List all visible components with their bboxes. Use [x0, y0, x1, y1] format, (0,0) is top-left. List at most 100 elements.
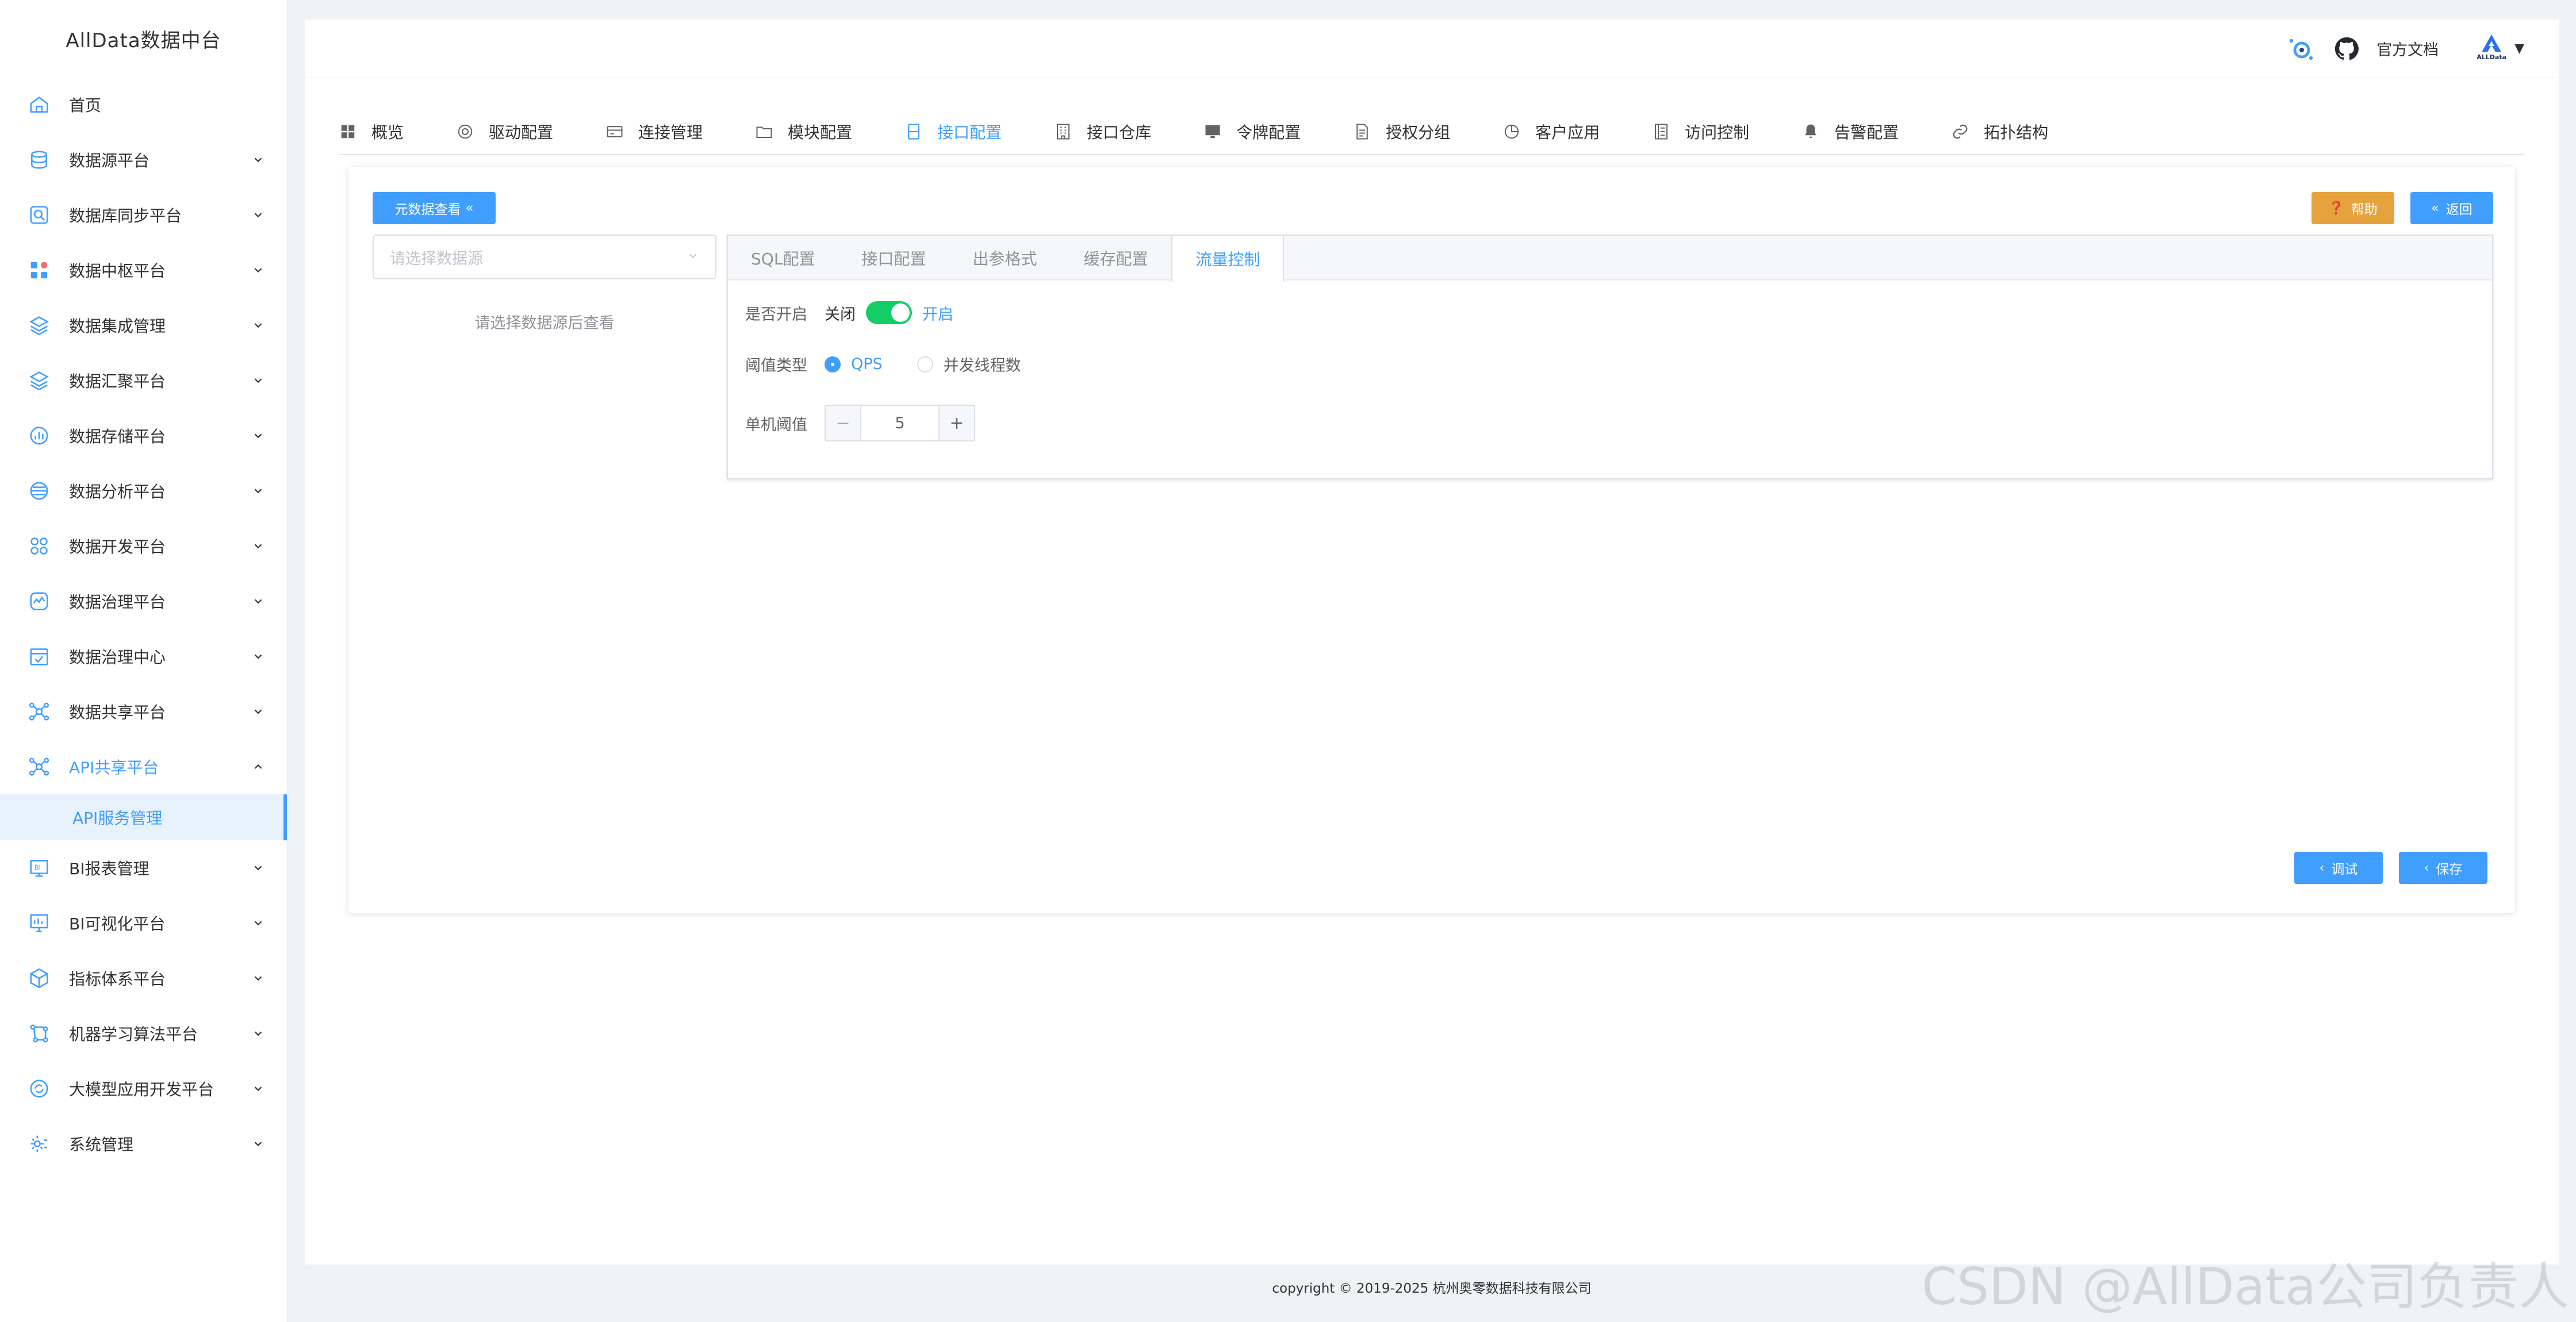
- tab-label: 授权分组: [1386, 123, 1451, 142]
- tab-connection[interactable]: 连接管理: [606, 109, 703, 155]
- debug-label: 调试: [2331, 862, 2358, 877]
- sidebar-item-label: 数据源平台: [69, 151, 150, 170]
- metadata-view-button[interactable]: 元数据查看 «: [373, 192, 496, 224]
- tab-client-app[interactable]: 客户应用: [1503, 109, 1600, 155]
- sidebar-item-data-storage[interactable]: 数据存储平台: [0, 408, 287, 463]
- docs-link[interactable]: 官方文档: [2376, 37, 2439, 60]
- tab-label: 客户应用: [1535, 123, 1600, 142]
- tab-cache-config[interactable]: 缓存配置: [1060, 236, 1171, 280]
- chart-icon: [28, 424, 51, 447]
- radio-concurrent-threads[interactable]: 并发线程数: [917, 353, 1021, 375]
- help-button[interactable]: ❓ 帮助: [2312, 192, 2394, 224]
- save-button[interactable]: ‹ 保存: [2399, 852, 2487, 884]
- csdn-watermark: CSDN @AllData公司负责人: [1921, 1257, 2569, 1316]
- sidebar-item-llm[interactable]: 大模型应用开发平台: [0, 1061, 287, 1116]
- tab-sql-config[interactable]: SQL配置: [728, 236, 838, 280]
- threshold-stepper: − 5 +: [825, 405, 975, 441]
- sidebar-item-label: 指标体系平台: [69, 970, 166, 989]
- sidebar-item-label: API共享平台: [69, 758, 159, 777]
- tab-api-repository[interactable]: 接口仓库: [1055, 109, 1151, 155]
- network-icon: [28, 755, 51, 778]
- sidebar-item-ml[interactable]: 机器学习算法平台: [0, 1006, 287, 1061]
- github-icon[interactable]: [2333, 35, 2360, 63]
- sidebar-item-home[interactable]: 首页: [0, 77, 287, 132]
- stepper-value-input[interactable]: 5: [861, 406, 938, 440]
- chevron-down-icon: [251, 484, 265, 498]
- tab-auth-group[interactable]: 授权分组: [1354, 109, 1450, 155]
- tab-api-config[interactable]: 接口配置: [905, 109, 1002, 155]
- datasource-select-placeholder: 请选择数据源: [390, 249, 483, 268]
- tab-flow-control[interactable]: 流量控制: [1171, 236, 1285, 282]
- settings-icon: [28, 1132, 51, 1155]
- sidebar-item-data-analysis[interactable]: 数据分析平台: [0, 463, 287, 518]
- enable-row: 是否开启 关闭 开启: [745, 301, 953, 324]
- chevron-down-icon: [251, 916, 265, 930]
- sidebar-item-bi-visual[interactable]: BI可视化平台: [0, 896, 287, 951]
- sidebar-item-label: 数据治理平台: [69, 593, 166, 612]
- sidebar-item-api-sharing[interactable]: API共享平台: [0, 739, 287, 794]
- sidebar-item-db-sync[interactable]: 数据库同步平台: [0, 187, 287, 243]
- tab-token-config[interactable]: 令牌配置: [1204, 109, 1301, 155]
- tab-interface-config[interactable]: 接口配置: [838, 236, 949, 280]
- back-button[interactable]: « 返回: [2410, 192, 2493, 224]
- api-config-card: 元数据查看 « ❓ 帮助 « 返回 请选择数据源 请选择数据源后查看 SQL配置…: [348, 167, 2515, 913]
- sidebar-item-label: 数据库同步平台: [69, 206, 182, 225]
- sidebar-item-system[interactable]: 系统管理: [0, 1116, 287, 1171]
- document-icon: [1354, 122, 1372, 141]
- link-icon: [1952, 122, 1970, 141]
- sidebar-item-label: 数据治理中心: [69, 648, 166, 667]
- sidebar-item-metrics[interactable]: 指标体系平台: [0, 951, 287, 1006]
- caret-down-icon: ▼: [2514, 41, 2524, 56]
- sidebar-item-data-integration[interactable]: 数据集成管理: [0, 298, 287, 353]
- cube-icon: [28, 967, 51, 990]
- tab-access-control[interactable]: 访问控制: [1653, 109, 1749, 155]
- bi-report-icon: BI: [28, 856, 51, 879]
- sidebar-item-governance-center[interactable]: 数据治理中心: [0, 629, 287, 684]
- debug-button[interactable]: ‹ 调试: [2294, 852, 2383, 884]
- stepper-increment-button[interactable]: +: [938, 406, 974, 440]
- tab-label: 拓扑结构: [1984, 123, 2049, 142]
- llm-icon: [28, 1077, 51, 1100]
- sidebar-item-data-sharing[interactable]: 数据共享平台: [0, 684, 287, 739]
- sidebar-item-label: BI报表管理: [69, 859, 150, 878]
- tab-module-config[interactable]: 模块配置: [756, 109, 852, 155]
- sidebar-item-datasource[interactable]: 数据源平台: [0, 132, 287, 187]
- sidebar-item-data-aggregation[interactable]: 数据汇聚平台: [0, 353, 287, 408]
- threshold-type-row: 阈值类型 QPS 并发线程数: [745, 353, 1056, 375]
- sidebar-subitem-api-service[interactable]: API服务管理: [0, 794, 287, 840]
- double-chevron-left-icon: «: [465, 201, 474, 216]
- sidebar-item-data-governance[interactable]: 数据治理平台: [0, 574, 287, 629]
- top-bar: 官方文档 ALLData ▼: [305, 20, 2559, 78]
- sidebar-item-label: 数据中枢平台: [69, 262, 166, 280]
- chevron-up-icon: [251, 760, 265, 774]
- sidebar-item-bi-report[interactable]: BI BI报表管理: [0, 840, 287, 896]
- ml-icon: [28, 1022, 51, 1045]
- tab-output-format[interactable]: 出参格式: [949, 236, 1060, 280]
- tab-label: 模块配置: [788, 123, 853, 142]
- chevron-down-icon: [251, 705, 265, 718]
- pie-icon: [1503, 122, 1521, 141]
- chevron-down-icon: [251, 263, 265, 277]
- sidebar-item-data-dev[interactable]: 数据开发平台: [0, 518, 287, 574]
- chevron-down-icon: [687, 248, 699, 266]
- sidebar-item-label: 数据集成管理: [69, 317, 166, 336]
- datasource-select[interactable]: 请选择数据源: [373, 235, 716, 279]
- radio-dot: [825, 356, 841, 372]
- radio-qps[interactable]: QPS: [825, 355, 883, 373]
- main-content: 概览 驱动配置 连接管理 模块配置 接口配置 接口仓库 令牌配置 授权分组 客户…: [305, 78, 2559, 1265]
- monitor-icon: [1204, 122, 1222, 141]
- tab-alert-config[interactable]: 告警配置: [1802, 109, 1899, 155]
- stepper-decrement-button[interactable]: −: [826, 406, 861, 440]
- config-tabs-header: SQL配置 接口配置 出参格式 缓存配置 流量控制: [728, 236, 2492, 282]
- tab-topology[interactable]: 拓扑结构: [1952, 109, 2048, 155]
- tab-label: 连接管理: [638, 123, 703, 142]
- radio-label: 并发线程数: [943, 357, 1021, 375]
- sidebar-item-data-hub[interactable]: 数据中枢平台: [0, 243, 287, 298]
- enable-switch[interactable]: [866, 301, 912, 324]
- user-avatar-menu[interactable]: ALLData ▼: [2473, 33, 2524, 65]
- tab-driver-config[interactable]: 驱动配置: [457, 109, 553, 155]
- screen-share-icon[interactable]: [2287, 35, 2314, 63]
- tab-overview[interactable]: 概览: [339, 109, 404, 155]
- driver-icon: [457, 122, 475, 141]
- sidebar-item-label: 系统管理: [69, 1135, 134, 1154]
